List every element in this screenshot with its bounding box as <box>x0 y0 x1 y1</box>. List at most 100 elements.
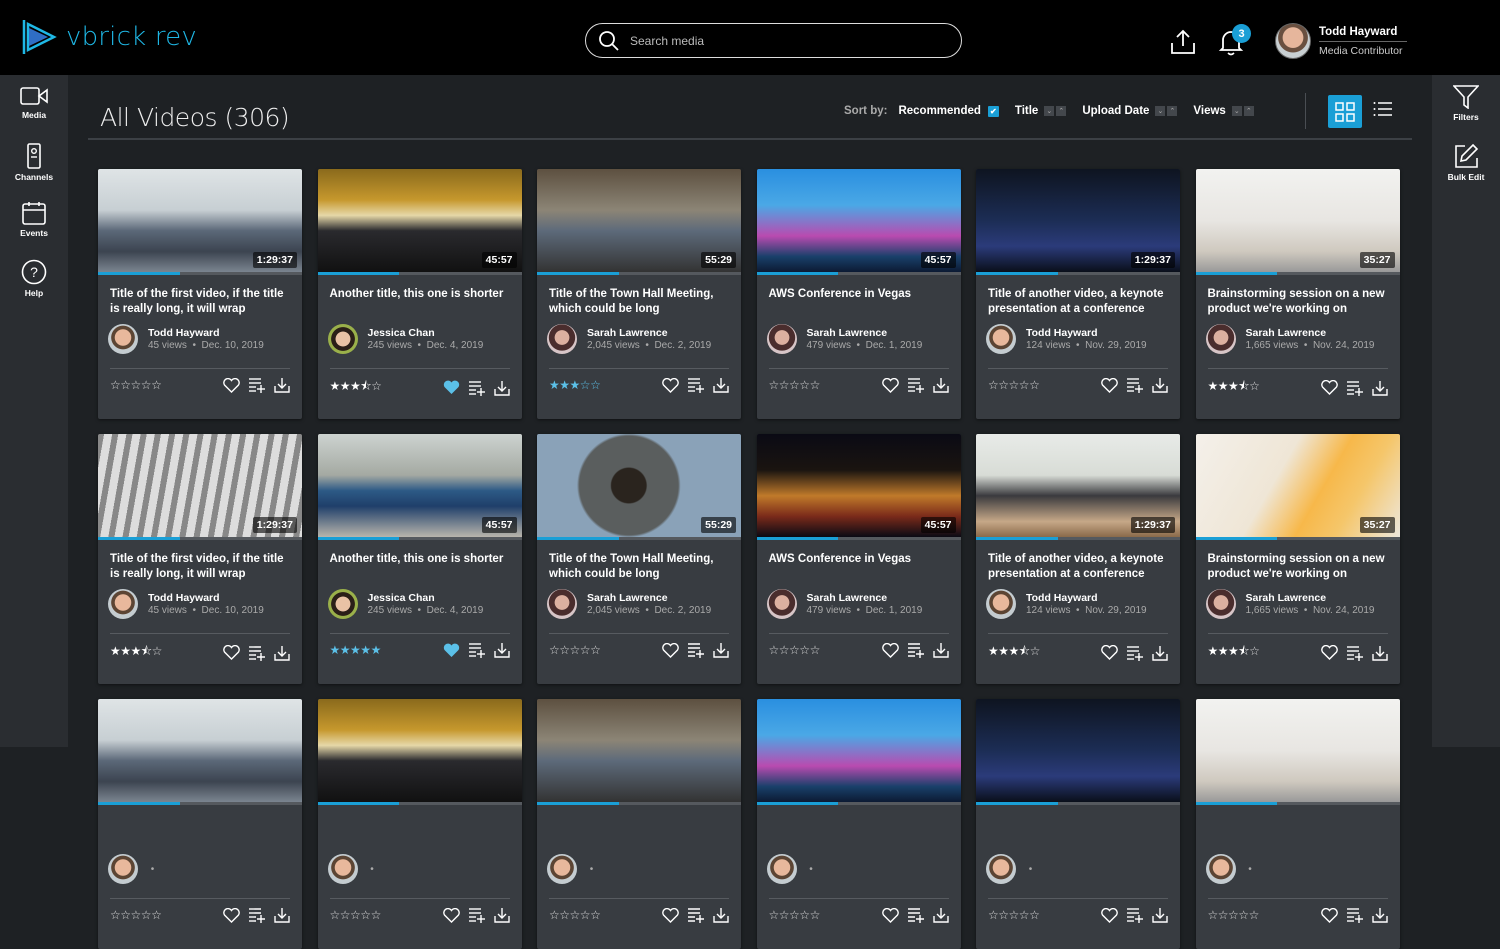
add-to-playlist-icon[interactable] <box>248 907 266 923</box>
star-empty-icon[interactable]: ☆ <box>360 908 371 922</box>
sort-title[interactable]: Title ⌄ ⌃ <box>1015 105 1067 117</box>
star-half-icon[interactable]: ⯪ <box>360 379 371 393</box>
star-filled-icon[interactable]: ★ <box>330 379 341 393</box>
star-filled-icon[interactable]: ★ <box>1228 644 1239 658</box>
star-filled-icon[interactable]: ★ <box>340 643 351 657</box>
author-name[interactable]: Sarah Lawrence <box>1246 327 1375 339</box>
sort-views[interactable]: Views ⌄ ⌃ <box>1193 105 1254 117</box>
heart-icon[interactable] <box>881 377 899 393</box>
star-empty-icon[interactable]: ☆ <box>151 908 162 922</box>
star-empty-icon[interactable]: ☆ <box>1029 908 1040 922</box>
add-to-playlist-icon[interactable] <box>1126 377 1144 393</box>
star-empty-icon[interactable]: ☆ <box>1030 644 1041 658</box>
video-card[interactable]: 1:29:37 Title of the first video, if the… <box>98 169 302 419</box>
download-icon[interactable] <box>713 377 729 393</box>
star-empty-icon[interactable]: ☆ <box>810 643 821 657</box>
download-icon[interactable] <box>493 907 510 923</box>
video-card[interactable]: • ☆☆☆☆☆ <box>317 699 522 949</box>
grid-view-button[interactable] <box>1328 95 1362 128</box>
heart-filled-icon[interactable] <box>443 380 460 395</box>
star-rating[interactable]: ☆☆☆☆☆ <box>988 378 1040 392</box>
author-name[interactable]: Todd Hayward <box>1026 327 1147 339</box>
video-title[interactable]: Brainstorming session on a new product w… <box>1196 275 1400 321</box>
video-title[interactable]: AWS Conference in Vegas <box>757 540 961 586</box>
add-to-playlist-icon[interactable] <box>1346 380 1364 396</box>
sort-asc-icon[interactable]: ⌃ <box>1243 106 1254 116</box>
author-name[interactable]: Todd Hayward <box>148 327 264 339</box>
author-name[interactable]: Jessica Chan <box>368 327 484 339</box>
star-half-icon[interactable]: ⯪ <box>141 644 152 658</box>
star-filled-icon[interactable]: ★ <box>1009 644 1020 658</box>
star-rating[interactable]: ☆☆☆☆☆ <box>769 908 821 922</box>
video-card[interactable]: 1:29:37 Title of the first video, if the… <box>98 434 302 684</box>
star-empty-icon[interactable]: ☆ <box>590 643 601 657</box>
video-thumbnail[interactable] <box>976 699 1180 802</box>
add-to-playlist-icon[interactable] <box>907 642 925 658</box>
logo[interactable]: vbrick rev <box>22 18 197 56</box>
add-to-playlist-icon[interactable] <box>907 907 925 923</box>
star-empty-icon[interactable]: ☆ <box>1009 378 1020 392</box>
star-empty-icon[interactable]: ☆ <box>152 644 163 658</box>
star-empty-icon[interactable]: ☆ <box>1029 378 1040 392</box>
video-title[interactable]: Title of the first video, if the title i… <box>98 540 302 586</box>
video-card[interactable]: 35:27 Brainstorming session on a new pro… <box>1195 434 1400 684</box>
star-empty-icon[interactable]: ☆ <box>580 908 591 922</box>
star-filled-icon[interactable]: ★ <box>1218 644 1229 658</box>
star-empty-icon[interactable]: ☆ <box>779 643 790 657</box>
heart-filled-icon[interactable] <box>443 643 460 658</box>
download-icon[interactable] <box>713 642 729 658</box>
video-title[interactable]: Title of the first video, if the title i… <box>98 275 302 321</box>
heart-icon[interactable] <box>223 645 240 660</box>
star-empty-icon[interactable]: ☆ <box>789 378 800 392</box>
video-card[interactable]: 45:57 Another title, this one is shorter… <box>317 169 522 419</box>
star-filled-icon[interactable]: ★ <box>120 644 131 658</box>
sort-recommended[interactable]: Recommended ✔ <box>898 105 999 117</box>
video-thumbnail[interactable]: 45:57 <box>756 434 961 537</box>
video-thumbnail[interactable] <box>317 699 522 802</box>
star-empty-icon[interactable]: ☆ <box>151 378 162 392</box>
heart-icon[interactable] <box>1101 907 1118 923</box>
video-title[interactable]: Title of another video, a keynote presen… <box>976 275 1180 321</box>
video-card[interactable]: • ☆☆☆☆☆ <box>976 699 1180 949</box>
star-empty-icon[interactable]: ☆ <box>110 908 121 922</box>
author-name[interactable]: Sarah Lawrence <box>587 327 711 339</box>
download-icon[interactable] <box>274 645 290 661</box>
star-empty-icon[interactable]: ☆ <box>120 378 131 392</box>
sidebar-item-help[interactable]: ? Help <box>0 259 68 307</box>
sidebar-item-events[interactable]: Events <box>0 201 68 249</box>
star-empty-icon[interactable]: ☆ <box>120 908 131 922</box>
star-filled-icon[interactable]: ★ <box>1228 379 1239 393</box>
star-rating[interactable]: ★★★⯪☆ <box>1208 377 1260 398</box>
add-to-playlist-icon[interactable] <box>687 377 705 393</box>
heart-icon[interactable] <box>1320 380 1338 395</box>
video-card[interactable]: 45:57 AWS Conference in Vegas Sarah Lawr… <box>756 169 961 419</box>
star-empty-icon[interactable]: ☆ <box>769 378 780 392</box>
heart-icon[interactable] <box>223 907 240 923</box>
download-icon[interactable] <box>1371 380 1388 396</box>
sort-asc-icon[interactable]: ⌃ <box>1056 106 1067 116</box>
add-to-playlist-icon[interactable] <box>468 380 486 396</box>
author-name[interactable]: Sarah Lawrence <box>1246 592 1375 604</box>
video-thumbnail[interactable] <box>756 699 961 802</box>
star-filled-icon[interactable]: ★ <box>1208 379 1219 393</box>
star-rating[interactable]: ★★★⯪☆ <box>330 377 382 398</box>
star-empty-icon[interactable]: ☆ <box>789 643 800 657</box>
star-empty-icon[interactable]: ☆ <box>559 643 570 657</box>
star-empty-icon[interactable]: ☆ <box>1019 908 1030 922</box>
heart-icon[interactable] <box>1320 645 1338 660</box>
video-title[interactable]: Another title, this one is shorter <box>318 275 522 321</box>
video-thumbnail[interactable]: 1:29:37 <box>98 434 302 537</box>
video-title[interactable] <box>537 805 741 851</box>
video-thumbnail[interactable]: 45:57 <box>317 434 522 537</box>
star-empty-icon[interactable]: ☆ <box>1019 378 1030 392</box>
add-to-playlist-icon[interactable] <box>907 377 925 393</box>
star-empty-icon[interactable]: ☆ <box>799 643 810 657</box>
download-icon[interactable] <box>274 377 290 393</box>
add-to-playlist-icon[interactable] <box>248 377 266 393</box>
star-empty-icon[interactable]: ☆ <box>559 908 570 922</box>
star-empty-icon[interactable]: ☆ <box>1238 908 1249 922</box>
download-icon[interactable] <box>932 642 949 658</box>
video-title[interactable] <box>757 805 961 851</box>
video-thumbnail[interactable]: 35:27 <box>1195 169 1400 272</box>
download-icon[interactable] <box>713 907 729 923</box>
